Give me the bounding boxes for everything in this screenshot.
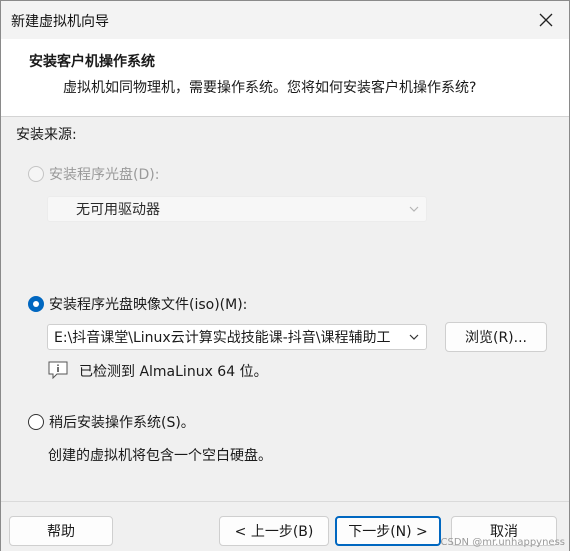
browse-button[interactable]: 浏览(R)...: [445, 322, 547, 352]
page-subtitle: 虚拟机如同物理机，需要操作系统。您将如何安装客户机操作系统?: [63, 80, 477, 96]
chevron-down-icon: [409, 206, 419, 212]
help-button-label: 帮助: [47, 524, 75, 540]
iso-path-select[interactable]: E:\抖音课堂\Linux云计算实战技能课-抖音\课程辅助工: [47, 324, 427, 350]
wizard-content: 安装来源: 安装程序光盘(D): 无可用驱动器 安装程序光盘映像文件(iso)(…: [1, 118, 569, 498]
close-button[interactable]: [531, 5, 561, 35]
chevron-down-icon: [409, 334, 419, 340]
disc-radio[interactable]: [28, 166, 44, 182]
install-later-description: 创建的虚拟机将包含一个空白硬盘。: [48, 448, 272, 464]
drive-select-value: 无可用驱动器: [76, 202, 160, 218]
back-button[interactable]: < 上一步(B): [219, 516, 329, 546]
iso-radio-label: 安装程序光盘映像文件(iso)(M):: [49, 297, 248, 313]
install-later-radio[interactable]: [28, 414, 44, 430]
info-icon: [48, 361, 68, 379]
wizard-header: 安装客户机操作系统 虚拟机如同物理机，需要操作系统。您将如何安装客户机操作系统?: [1, 39, 569, 117]
watermark: CSDN @mr.unhappyness: [440, 537, 565, 548]
back-button-label: < 上一步(B): [234, 524, 314, 540]
help-button[interactable]: 帮助: [9, 516, 113, 546]
page-title: 安装客户机操作系统: [29, 54, 155, 70]
wizard-window: 新建虚拟机向导 安装客户机操作系统 虚拟机如同物理机，需要操作系统。您将如何安装…: [0, 0, 570, 551]
close-icon: [539, 13, 553, 27]
disc-radio-label: 安装程序光盘(D):: [49, 167, 160, 183]
next-button-label: 下一步(N) >: [348, 524, 428, 540]
title-bar: 新建虚拟机向导: [1, 1, 569, 39]
iso-radio[interactable]: [28, 296, 44, 312]
install-source-label: 安装来源:: [16, 127, 77, 143]
next-button[interactable]: 下一步(N) >: [335, 516, 441, 546]
browse-button-label: 浏览(R)...: [464, 330, 527, 346]
detected-os-text: 已检测到 AlmaLinux 64 位。: [79, 364, 268, 380]
install-later-radio-label: 稍后安装操作系统(S)。: [49, 415, 195, 431]
drive-select[interactable]: 无可用驱动器: [47, 196, 427, 222]
iso-path-value: E:\抖音课堂\Linux云计算实战技能课-抖音\课程辅助工: [54, 330, 391, 346]
window-title: 新建虚拟机向导: [11, 14, 109, 30]
